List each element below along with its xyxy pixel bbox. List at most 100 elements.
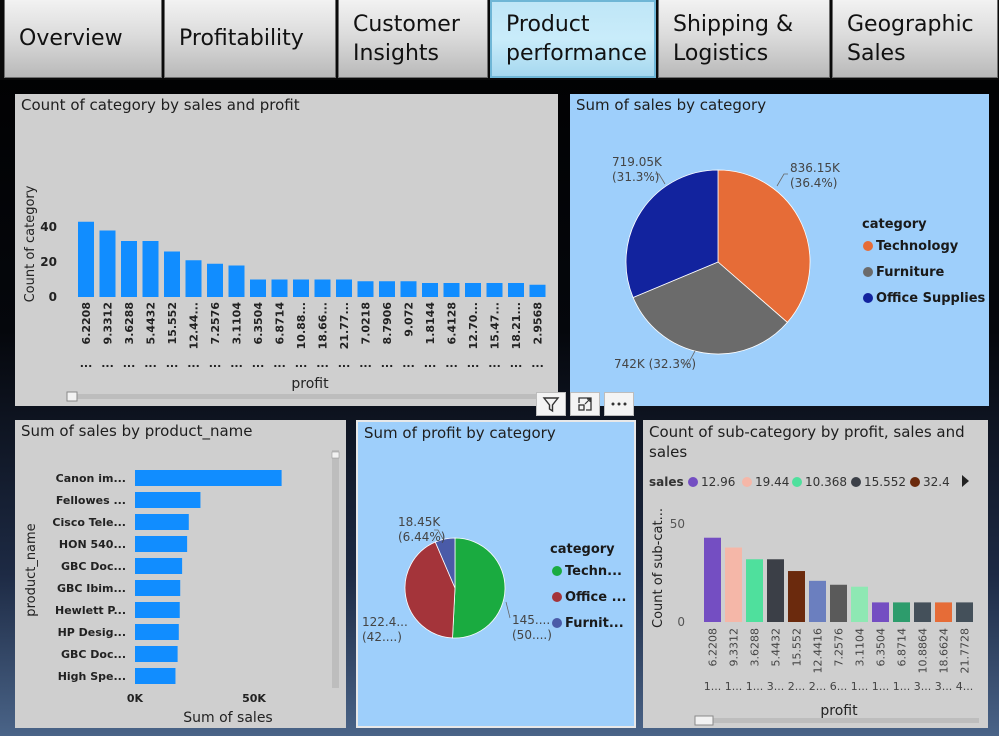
count-category-visual[interactable]: Count of category by sales and profit Co… bbox=[15, 94, 558, 406]
bar bbox=[529, 284, 546, 297]
x-tick-label: 18.66... bbox=[317, 302, 330, 349]
x-tick-sublabel: ... bbox=[488, 357, 501, 370]
x-axis-title: profit bbox=[820, 703, 858, 719]
x-tick-sublabel: ... bbox=[252, 357, 265, 370]
y-tick-label: Fellowes ... bbox=[56, 494, 126, 507]
x-tick-label: 8.7906 bbox=[381, 302, 394, 345]
legend-marker bbox=[863, 267, 873, 277]
report-page-tabs: Overview Profitability Customer Insights… bbox=[0, 0, 999, 80]
y-tick-label: 0 bbox=[677, 615, 685, 629]
more-options-button[interactable] bbox=[604, 392, 634, 416]
legend-marker bbox=[792, 477, 802, 487]
bar bbox=[185, 260, 202, 297]
legend-item: 10.368 bbox=[805, 475, 847, 489]
tab-label: Profitability bbox=[179, 26, 304, 51]
x-tick-label: 21.7728 bbox=[959, 628, 972, 674]
x-tick-sublabel: ... bbox=[510, 357, 523, 370]
x-tick-sublabel: ... bbox=[166, 357, 179, 370]
bar bbox=[135, 536, 188, 552]
focus-mode-icon bbox=[578, 397, 592, 411]
legend-title: category bbox=[550, 542, 615, 557]
bar bbox=[250, 279, 266, 297]
x-tick-label: 15.552 bbox=[791, 628, 804, 667]
bar bbox=[357, 281, 374, 297]
legend-marker bbox=[863, 241, 873, 251]
horizontal-scrollbar-track bbox=[695, 718, 979, 723]
legend-item: Techn... bbox=[565, 564, 622, 579]
x-tick-sublabel: 1... bbox=[851, 680, 869, 693]
x-tick-sublabel: 2... bbox=[788, 680, 806, 693]
y-tick-label: HON 540... bbox=[59, 538, 126, 551]
tab-customer-insights[interactable]: Customer Insights bbox=[338, 0, 488, 78]
bar bbox=[508, 283, 524, 297]
bar bbox=[293, 279, 309, 297]
y-tick-label: 0 bbox=[49, 290, 57, 304]
legend-marker bbox=[552, 566, 562, 576]
x-tick-label: 15.552 bbox=[166, 302, 179, 344]
x-tick-label: 5.4432 bbox=[145, 302, 158, 344]
tab-geographic-sales[interactable]: Geographic Sales bbox=[832, 0, 998, 78]
tab-label: Geographic Sales bbox=[847, 11, 974, 66]
data-label: 719.05K (31.3%) bbox=[612, 155, 663, 184]
sales-by-category-pie: 836.15K (36.4%) 742K (32.3%) 719.05K (31.3%)… bbox=[612, 155, 986, 371]
x-tick-label: 6.3504 bbox=[252, 302, 265, 345]
x-tick-label: 1.8144 bbox=[424, 302, 437, 345]
x-tick-label: 6.3504 bbox=[875, 628, 888, 667]
vertical-scrollbar-thumb bbox=[331, 451, 340, 459]
x-axis-title: profit bbox=[291, 376, 329, 392]
x-tick-sublabel: ... bbox=[209, 357, 222, 370]
tab-profitability[interactable]: Profitability bbox=[164, 0, 336, 78]
bar bbox=[809, 580, 826, 622]
bar bbox=[443, 283, 460, 297]
tab-label: Customer Insights bbox=[353, 11, 460, 66]
x-tick-sublabel: 3... bbox=[767, 680, 785, 693]
bar bbox=[271, 279, 288, 297]
x-tick-label: 6.4128 bbox=[446, 302, 459, 344]
x-tick-sublabel: ... bbox=[80, 357, 93, 370]
focus-mode-button[interactable] bbox=[570, 392, 600, 416]
x-tick-label: 3.6288 bbox=[749, 628, 762, 667]
data-label: 742K (32.3%) bbox=[614, 357, 696, 371]
count-subcategory-visual[interactable]: Count of sub-category by profit, sales a… bbox=[643, 420, 988, 728]
x-tick-sublabel: 3... bbox=[935, 680, 953, 693]
bar bbox=[164, 251, 180, 297]
legend-marker bbox=[688, 477, 698, 487]
x-tick-label: 12.4416 bbox=[812, 628, 825, 674]
bar bbox=[914, 602, 931, 622]
x-tick-label: 21.77... bbox=[338, 302, 351, 349]
y-tick-label: 40 bbox=[40, 220, 57, 234]
x-tick-sublabel: ... bbox=[101, 357, 114, 370]
x-tick-sublabel: ... bbox=[273, 357, 286, 370]
x-tick-sublabel: ... bbox=[381, 357, 394, 370]
filter-button[interactable] bbox=[536, 392, 566, 416]
x-tick-sublabel: 1... bbox=[872, 680, 890, 693]
tab-overview[interactable]: Overview bbox=[4, 0, 162, 78]
sales-by-category-visual[interactable]: Sum of sales by category 836.15K (36.4%) 7… bbox=[570, 94, 989, 406]
bar bbox=[135, 580, 181, 596]
legend-marker bbox=[742, 477, 752, 487]
bar bbox=[135, 646, 178, 662]
x-tick-sublabel: 1... bbox=[893, 680, 911, 693]
x-tick-label: 10.8864 bbox=[917, 628, 930, 674]
legend-marker bbox=[910, 477, 920, 487]
x-tick-sublabel: 1... bbox=[725, 680, 743, 693]
legend-item: Office ... bbox=[565, 590, 626, 605]
x-axis-title: Sum of sales bbox=[183, 710, 272, 726]
tab-label: Shipping & Logistics bbox=[673, 11, 794, 66]
more-options-icon bbox=[611, 402, 627, 406]
bar bbox=[336, 279, 352, 297]
profit-by-category-visual[interactable]: Sum of profit by category 145.... (50....… bbox=[356, 420, 636, 728]
x-tick-sublabel: ... bbox=[531, 357, 544, 370]
legend-item: 32.4 bbox=[923, 475, 950, 489]
tab-shipping-logistics[interactable]: Shipping & Logistics bbox=[658, 0, 830, 78]
x-tick-sublabel: ... bbox=[187, 357, 200, 370]
legend-marker bbox=[552, 592, 562, 602]
tab-product-performance[interactable]: Product performance bbox=[490, 0, 656, 78]
sales-by-product-visual[interactable]: Sum of sales by product_name product_nam… bbox=[15, 420, 346, 728]
x-tick-label: 5.4432 bbox=[770, 628, 783, 667]
bar bbox=[725, 547, 742, 622]
bar bbox=[228, 265, 245, 297]
legend-item: 15.552 bbox=[864, 475, 906, 489]
y-tick-label: 20 bbox=[40, 255, 57, 269]
x-tick-sublabel: ... bbox=[359, 357, 372, 370]
